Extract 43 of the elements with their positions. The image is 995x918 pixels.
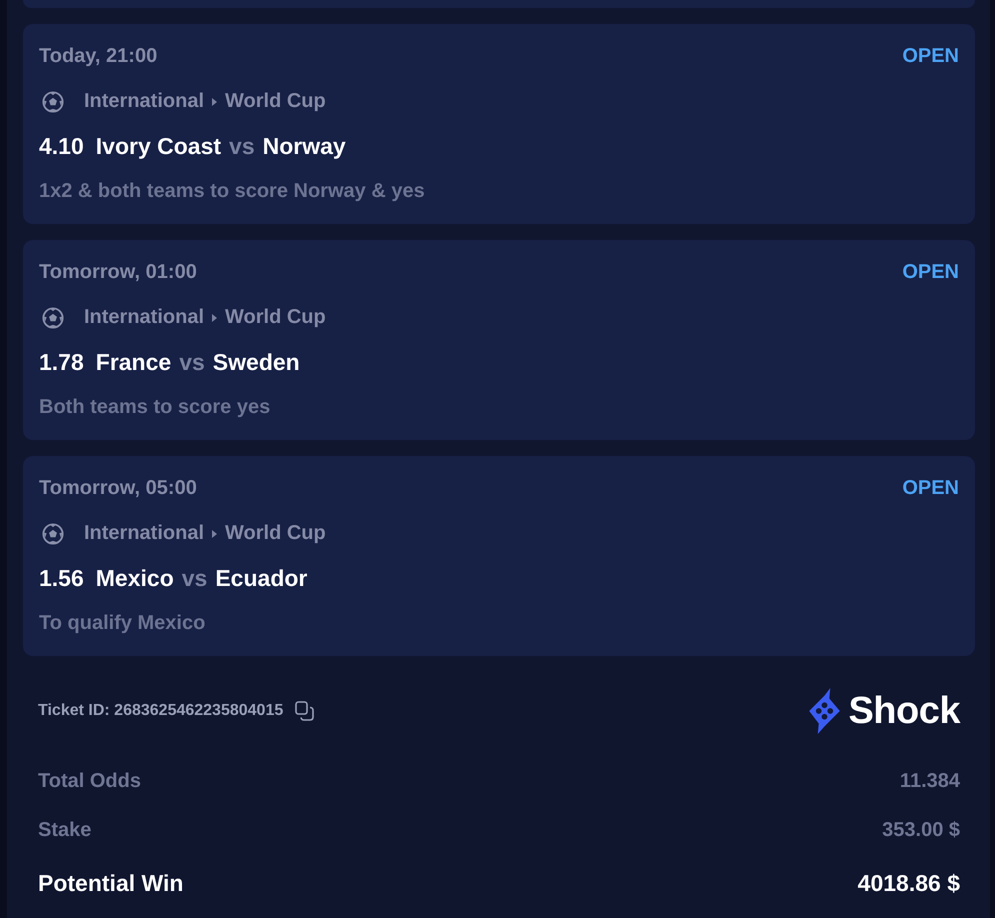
summary-value: 4018.86 $ <box>858 870 960 897</box>
bet-date: Tomorrow, 01:00 <box>39 261 197 284</box>
team-name: France <box>96 349 172 376</box>
category-label: International <box>84 522 204 545</box>
team-name: Sweden <box>212 349 300 376</box>
league-label: World Cup <box>225 522 326 545</box>
team-name: Norway <box>262 133 346 160</box>
status-label: OPEN <box>902 45 959 68</box>
summary-label: Potential Win <box>38 870 184 897</box>
versus-label: vs <box>182 565 208 592</box>
soccer-ball-icon <box>42 306 64 328</box>
summary-value: 11.384 <box>900 770 960 793</box>
soccer-ball-icon <box>42 90 64 112</box>
odds-value: 1.56 <box>39 565 84 592</box>
summary-label: Stake <box>38 819 92 842</box>
team-name: Ecuador <box>215 565 308 592</box>
ticket-id: Ticket ID: 2683625462235804015 <box>38 702 284 720</box>
team-name: Mexico <box>96 565 174 592</box>
league-label: World Cup <box>225 306 326 329</box>
odds-value: 1.78 <box>39 349 84 376</box>
brand-logo-icon <box>809 688 840 734</box>
market-label: To qualify Mexico <box>39 612 206 635</box>
status-label: OPEN <box>902 477 959 500</box>
status-label: OPEN <box>902 261 959 284</box>
caret-icon <box>212 530 218 538</box>
league-label: World Cup <box>225 90 326 113</box>
category-label: International <box>84 90 204 113</box>
summary-value: 353.00 $ <box>882 819 960 842</box>
market-label: 1x2 & both teams to score Norway & yes <box>39 180 425 203</box>
versus-label: vs <box>229 133 255 160</box>
summary-label: Total Odds <box>38 770 141 793</box>
brand-name: Shock <box>848 690 960 732</box>
team-name: Ivory Coast <box>96 133 222 160</box>
caret-icon <box>212 314 218 322</box>
category-label: International <box>84 306 204 329</box>
odds-value: 4.10 <box>39 133 84 160</box>
market-label: Both teams to score yes <box>39 396 270 419</box>
soccer-ball-icon <box>42 522 64 544</box>
versus-label: vs <box>179 349 205 376</box>
caret-icon <box>212 98 218 106</box>
bet-date: Today, 21:00 <box>39 45 158 68</box>
copy-icon[interactable] <box>295 701 316 721</box>
bet-date: Tomorrow, 05:00 <box>39 477 197 500</box>
